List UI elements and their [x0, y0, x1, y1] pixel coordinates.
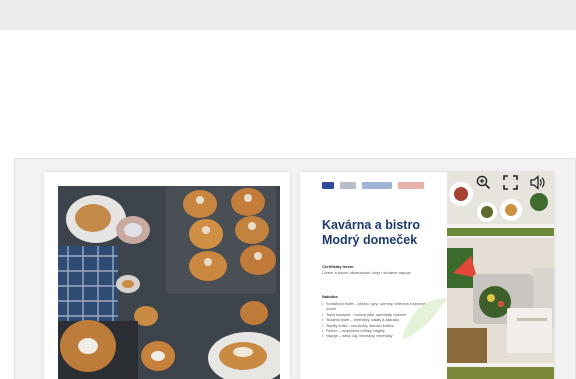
food-photo-collage [447, 172, 554, 379]
watermark-leaf [402, 298, 447, 340]
top-band [0, 0, 576, 30]
photo-salad-box [447, 238, 554, 363]
fullscreen-icon[interactable] [503, 175, 518, 195]
photo-bottom [447, 367, 554, 379]
section2-heading: Nabídka [322, 294, 338, 299]
pastries-photo-illustration [58, 186, 280, 379]
partner-logo [398, 182, 424, 189]
pastries-photo [58, 186, 280, 379]
ministry-logo [362, 182, 392, 189]
page-title: Kavárna a bistro Modrý domeček [322, 218, 442, 248]
left-page[interactable] [44, 172, 290, 379]
right-page-text-column: Kavárna a bistro Modrý domeček Certifiká… [300, 172, 447, 379]
title-line-2: Modrý domeček [322, 233, 418, 247]
eu-flag-icon [322, 182, 334, 189]
section1-text: Lorem a ipsum občerstvení, kapr i studen… [322, 269, 411, 275]
photo-strip [447, 228, 554, 236]
section1: Certifikáty lorem Lorem a ipsum občerstv… [322, 264, 411, 275]
photo-salad-box-illustration [447, 238, 554, 363]
title-line-1: Kavárna a bistro [322, 218, 420, 232]
eu-logo-text [340, 182, 356, 189]
speaker-icon[interactable] [530, 175, 546, 195]
eu-logos [322, 182, 424, 189]
right-page[interactable]: Kavárna a bistro Modrý domeček Certifiká… [300, 172, 554, 379]
viewer-toolbar [470, 172, 552, 198]
section1-heading: Certifikáty lorem [322, 264, 354, 269]
zoom-in-icon[interactable] [476, 175, 491, 195]
